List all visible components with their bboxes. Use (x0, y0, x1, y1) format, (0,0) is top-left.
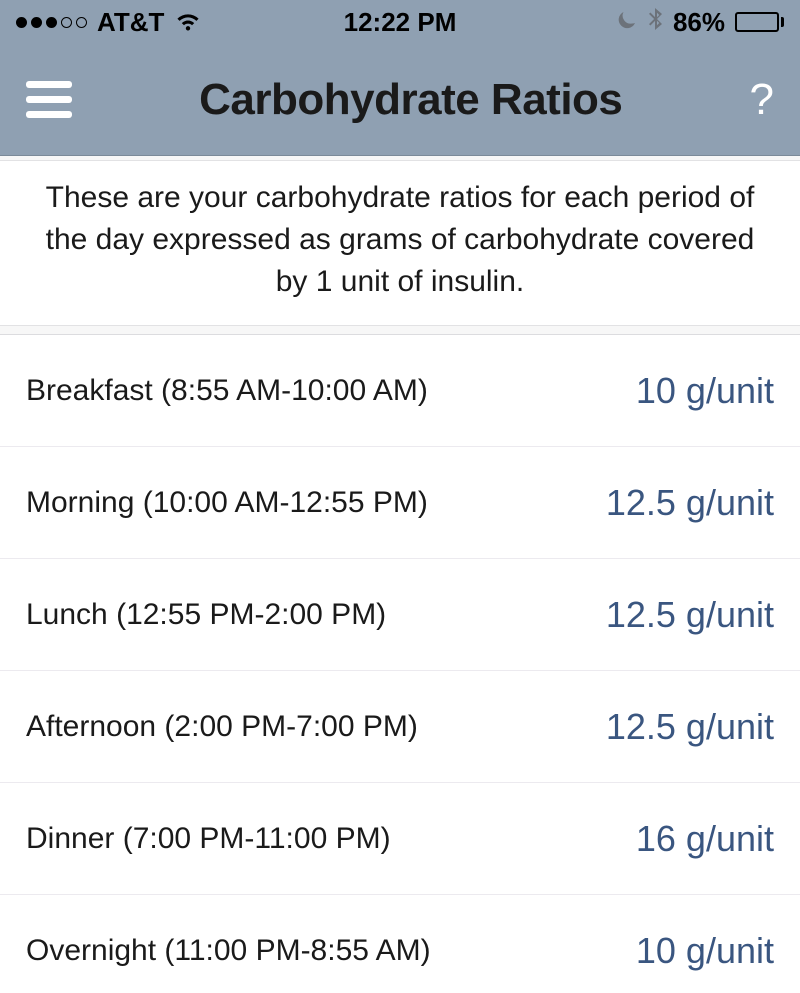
ratio-value: 12.5 (606, 706, 676, 748)
help-button[interactable]: ? (750, 75, 774, 125)
ratio-unit: g/unit (686, 594, 774, 636)
ratio-value: 10 (636, 370, 676, 412)
status-bar: AT&T 12:22 PM 86% (0, 0, 800, 44)
ratio-value: 12.5 (606, 482, 676, 524)
nav-bar: Carbohydrate Ratios ? (0, 44, 800, 156)
bluetooth-icon (648, 7, 663, 38)
status-right: 86% (528, 7, 784, 38)
period-label: Afternoon (2:00 PM-7:00 PM) (26, 710, 584, 744)
ratio-row-lunch[interactable]: Lunch (12:55 PM-2:00 PM) 12.5 g/unit (0, 559, 800, 671)
ratio-unit: g/unit (686, 818, 774, 860)
carrier-label: AT&T (97, 7, 164, 38)
ratio-row-afternoon[interactable]: Afternoon (2:00 PM-7:00 PM) 12.5 g/unit (0, 671, 800, 783)
ratio-value-wrap: 10 g/unit (584, 930, 774, 972)
ratio-value: 10 (636, 930, 676, 972)
do-not-disturb-icon (616, 7, 638, 38)
ratio-list: Breakfast (8:55 AM-10:00 AM) 10 g/unit M… (0, 334, 800, 993)
ratio-row-morning[interactable]: Morning (10:00 AM-12:55 PM) 12.5 g/unit (0, 447, 800, 559)
period-label: Breakfast (8:55 AM-10:00 AM) (26, 374, 584, 408)
ratio-unit: g/unit (686, 370, 774, 412)
ratio-row-overnight[interactable]: Overnight (11:00 PM-8:55 AM) 10 g/unit (0, 895, 800, 993)
period-label: Dinner (7:00 PM-11:00 PM) (26, 822, 584, 856)
ratio-value-wrap: 10 g/unit (584, 370, 774, 412)
page-title: Carbohydrate Ratios (199, 75, 622, 125)
period-label: Lunch (12:55 PM-2:00 PM) (26, 598, 584, 632)
ratio-row-breakfast[interactable]: Breakfast (8:55 AM-10:00 AM) 10 g/unit (0, 335, 800, 447)
ratio-value: 12.5 (606, 594, 676, 636)
period-label: Overnight (11:00 PM-8:55 AM) (26, 934, 584, 968)
signal-strength-icon (16, 17, 87, 28)
ratio-row-dinner[interactable]: Dinner (7:00 PM-11:00 PM) 16 g/unit (0, 783, 800, 895)
period-label: Morning (10:00 AM-12:55 PM) (26, 486, 584, 520)
ratio-value: 16 (636, 818, 676, 860)
ratio-unit: g/unit (686, 930, 774, 972)
status-left: AT&T (16, 7, 272, 38)
ratio-unit: g/unit (686, 482, 774, 524)
ratio-unit: g/unit (686, 706, 774, 748)
battery-icon (735, 12, 784, 32)
ratio-value-wrap: 16 g/unit (584, 818, 774, 860)
battery-percent: 86% (673, 7, 725, 38)
menu-button[interactable] (26, 81, 72, 118)
status-time: 12:22 PM (272, 7, 528, 38)
ratio-value-wrap: 12.5 g/unit (584, 594, 774, 636)
ratio-value-wrap: 12.5 g/unit (584, 482, 774, 524)
ratio-value-wrap: 12.5 g/unit (584, 706, 774, 748)
description-text: These are your carbohydrate ratios for e… (0, 160, 800, 326)
wifi-icon (174, 11, 202, 33)
